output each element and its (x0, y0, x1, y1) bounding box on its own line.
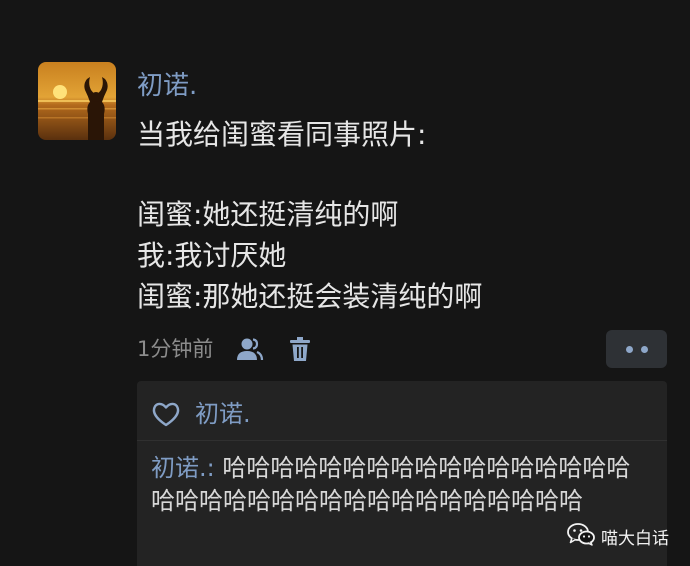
post-line: 我:我讨厌她 (137, 239, 287, 272)
post-line: 闺蜜:那她还挺会装清纯的啊 (137, 280, 483, 313)
wechat-icon (567, 522, 595, 550)
more-dots-icon (640, 345, 648, 353)
divider (137, 440, 667, 441)
post-line: 当我给闺蜜看同事照片: (137, 118, 427, 151)
watermark-text: 喵大白话 (601, 528, 669, 549)
more-button[interactable] (606, 330, 667, 368)
avatar[interactable] (38, 62, 116, 140)
post-author[interactable]: 初诺. (137, 69, 197, 103)
trash-icon[interactable] (285, 334, 315, 364)
friends-icon[interactable] (235, 334, 265, 364)
like-user-name[interactable]: 初诺. (195, 396, 251, 432)
comment-text: 哈哈哈哈哈哈哈哈哈哈哈哈哈哈哈哈哈哈哈哈哈哈哈哈哈哈哈哈哈哈哈哈哈哈哈 (151, 454, 631, 515)
moments-post: 初诺. 当我给闺蜜看同事照片: 闺蜜:她还挺清纯的啊 我:我讨厌她 闺蜜:那她还… (0, 0, 690, 566)
post-line: 闺蜜:她还挺清纯的啊 (137, 198, 399, 231)
likes-row: 初诺. (151, 396, 251, 432)
post-text: 当我给闺蜜看同事照片: 闺蜜:她还挺清纯的啊 我:我讨厌她 闺蜜:那她还挺会装清… (137, 114, 667, 317)
post-line-blank (137, 155, 667, 194)
comment[interactable]: 初诺.: 哈哈哈哈哈哈哈哈哈哈哈哈哈哈哈哈哈哈哈哈哈哈哈哈哈哈哈哈哈哈哈哈哈哈哈 (151, 452, 651, 518)
post-meta: 1分钟前 (137, 333, 315, 365)
comment-author[interactable]: 初诺.: (151, 454, 215, 482)
watermark: 喵大白话 (567, 522, 669, 550)
post-time: 1分钟前 (137, 337, 214, 361)
more-dots-icon (625, 345, 633, 353)
heart-icon (151, 399, 183, 429)
